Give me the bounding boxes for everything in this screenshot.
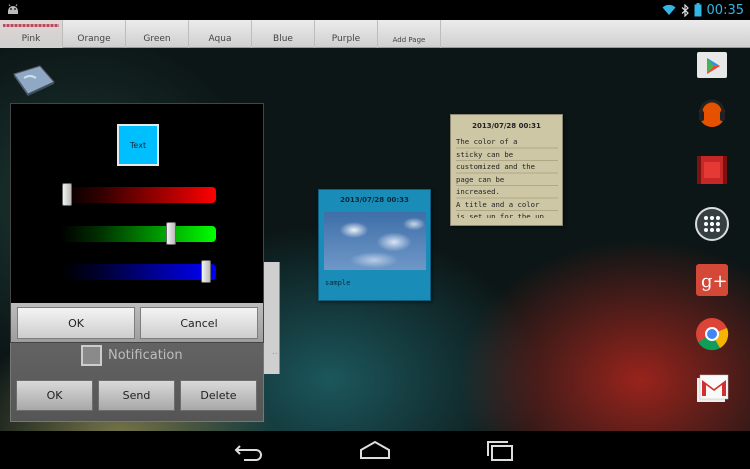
color-preview: Text	[117, 124, 159, 166]
recent-apps-icon[interactable]	[484, 438, 518, 462]
notification-label: Notification	[108, 348, 183, 363]
tab-label: Orange	[77, 34, 111, 44]
page-tab-bar: Pink Orange Green Aqua Blue Purple Add P…	[0, 20, 750, 48]
chrome-icon[interactable]	[694, 316, 730, 352]
sticky-note[interactable]: 2013/07/28 00:31 The color of a sticky c…	[450, 114, 563, 226]
ok-button[interactable]: OK	[16, 380, 93, 411]
truncation-ellipsis: ...	[272, 347, 281, 357]
dialog-footer: OK Cancel	[11, 303, 263, 342]
send-button[interactable]: Send	[98, 380, 175, 411]
red-slider[interactable]	[61, 183, 216, 206]
all-apps-icon[interactable]	[694, 206, 730, 242]
note-caption: sample	[325, 279, 351, 287]
status-bar: 00:35	[0, 0, 750, 20]
tab-label: Green	[143, 34, 171, 44]
android-debug-icon	[8, 4, 18, 14]
edit-button-row: OK Send Delete	[16, 380, 257, 411]
green-slider-thumb[interactable]	[166, 222, 177, 245]
tab-label: Blue	[273, 34, 293, 44]
tab-pink[interactable]: Pink	[0, 20, 63, 48]
tab-aqua[interactable]: Aqua	[189, 20, 252, 48]
favorites-dock: g+	[690, 48, 736, 431]
notification-checkbox[interactable]	[81, 345, 102, 366]
bluetooth-icon	[681, 3, 689, 17]
ok-button[interactable]: OK	[17, 307, 135, 339]
red-slider-thumb[interactable]	[62, 183, 72, 206]
tab-green[interactable]: Green	[126, 20, 189, 48]
play-store-icon[interactable]	[694, 46, 730, 82]
google-plus-icon[interactable]: g+	[694, 262, 730, 298]
blue-slider[interactable]	[61, 260, 216, 283]
dialog-edge	[262, 262, 280, 374]
svg-text:g+: g+	[701, 271, 728, 292]
tab-label: Pink	[21, 34, 41, 44]
note-date: 2013/07/28 00:33	[340, 196, 409, 204]
home-icon[interactable]	[358, 438, 392, 462]
tab-label: Aqua	[208, 34, 232, 44]
note-date: 2013/07/28 00:31	[472, 122, 541, 130]
sticky-note[interactable]: 2013/07/28 00:33 sample	[318, 189, 431, 301]
back-icon[interactable]	[232, 438, 266, 462]
tab-purple[interactable]: Purple	[315, 20, 378, 48]
wifi-icon	[662, 4, 676, 15]
battery-icon	[694, 3, 702, 17]
blue-slider-thumb[interactable]	[201, 260, 211, 283]
tab-orange[interactable]: Orange	[63, 20, 126, 48]
picker-button-row: OK Cancel	[17, 307, 258, 339]
tab-blue[interactable]: Blue	[252, 20, 315, 48]
note-text: The color of a sticky can be customized …	[456, 136, 558, 218]
notification-row[interactable]: Notification	[81, 345, 183, 366]
cancel-button[interactable]: Cancel	[140, 307, 258, 339]
note-photo	[324, 212, 426, 270]
tab-bar-filler	[441, 20, 750, 47]
green-slider[interactable]	[61, 222, 216, 245]
navigation-bar	[0, 431, 750, 469]
tab-label: Add Page	[392, 36, 426, 44]
tab-label: Purple	[331, 34, 361, 44]
delete-button[interactable]: Delete	[180, 380, 257, 411]
color-picker-dialog: Text OK Cancel	[10, 103, 264, 343]
memo-app-icon[interactable]	[10, 64, 56, 96]
play-music-icon[interactable]	[694, 94, 730, 130]
gmail-icon[interactable]	[694, 372, 730, 408]
play-movies-icon[interactable]	[694, 152, 730, 188]
clock: 00:35	[706, 2, 744, 18]
add-page-button[interactable]: Add Page	[378, 20, 441, 48]
